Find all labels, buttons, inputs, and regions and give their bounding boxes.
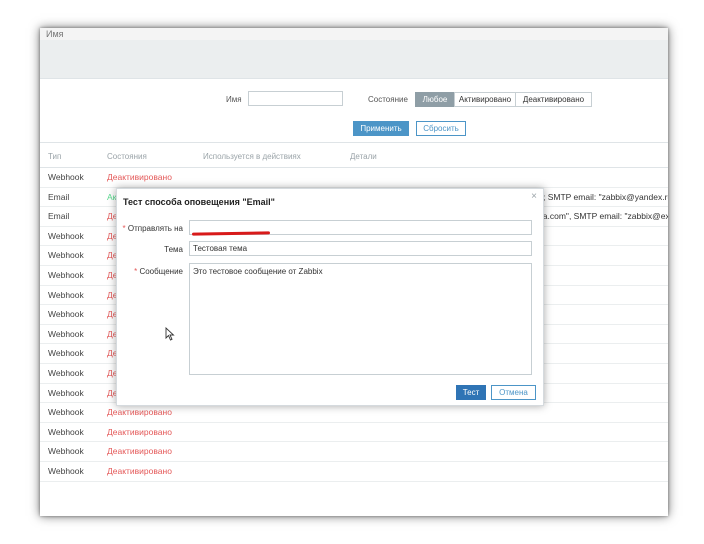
row-status-link[interactable]: Деактивировано xyxy=(107,466,172,476)
test-media-type-dialog: Тест способа оповещения "Email" × * Отпр… xyxy=(116,188,544,406)
state-filter-label: Состояние xyxy=(368,95,408,104)
subject-label: Тема xyxy=(164,245,183,254)
required-mark: * xyxy=(134,267,138,276)
row-type: Webhook xyxy=(48,172,84,182)
top-strip: Имя xyxy=(40,28,668,40)
dialog-title: Тест способа оповещения "Email" xyxy=(123,197,275,207)
send-to-label-text: Отправлять на xyxy=(127,224,183,233)
row-status-link[interactable]: Деактивировано xyxy=(107,427,172,437)
name-filter-input[interactable] xyxy=(248,91,343,106)
header-type[interactable]: Тип xyxy=(48,152,61,161)
state-enabled-button[interactable]: Активировано xyxy=(454,92,516,107)
row-type: Webhook xyxy=(48,446,84,457)
required-mark: * xyxy=(122,224,126,233)
row-type: Webhook xyxy=(48,230,84,241)
redaction-mark xyxy=(191,231,271,236)
row-type: Webhook xyxy=(48,368,84,378)
header-used-in-actions: Используется в действиях xyxy=(203,152,301,161)
row-status-link[interactable]: Деактивировано xyxy=(107,446,172,456)
table-row: Webhook Деактивировано xyxy=(40,422,668,443)
row-details: ; SMTP email: "zabbix@yandex.ru" xyxy=(543,191,668,202)
message-label: * Сообщение xyxy=(119,267,183,276)
mouse-pointer-icon xyxy=(165,327,175,341)
row-type: Webhook xyxy=(48,250,84,261)
row-status-link[interactable]: Ак xyxy=(107,192,116,202)
table-row: Webhook Деактивировано xyxy=(40,167,668,188)
row-type: Webhook xyxy=(48,270,84,280)
state-any-button[interactable]: Любое xyxy=(415,92,455,107)
send-to-label: * Отправлять на xyxy=(119,224,183,233)
row-type: Webhook xyxy=(48,309,84,320)
row-type: Webhook xyxy=(48,466,84,476)
test-button[interactable]: Тест xyxy=(456,385,486,400)
row-type: Webhook xyxy=(48,348,84,359)
reset-button[interactable]: Сбросить xyxy=(416,121,466,136)
row-type: Email xyxy=(48,191,70,202)
top-strip-text: Имя xyxy=(46,29,64,39)
message-label-text: Сообщение xyxy=(139,267,183,276)
apply-button[interactable]: Применить xyxy=(353,121,409,136)
toolbar xyxy=(40,40,668,79)
cancel-button[interactable]: Отмена xyxy=(491,385,536,400)
row-type: Webhook xyxy=(48,407,84,418)
row-details: ila.com", SMTP email: "zabbix@exa xyxy=(539,211,668,222)
subject-input[interactable] xyxy=(189,241,532,256)
row-status-link[interactable]: Деактивировано xyxy=(107,172,172,182)
row-type: Webhook xyxy=(48,426,84,437)
row-type: Webhook xyxy=(48,289,84,300)
row-status-link[interactable]: Деактивировано xyxy=(107,407,172,417)
name-filter-label: Имя xyxy=(226,95,242,104)
table-row: Webhook Деактивировано xyxy=(40,441,668,462)
table-row: Webhook Деактивировано xyxy=(40,461,668,482)
message-textarea[interactable]: Это тестовое сообщение от Zabbix xyxy=(189,263,532,375)
header-details: Детали xyxy=(350,152,377,161)
filter-panel: Имя Состояние Любое Активировано Деактив… xyxy=(40,79,668,143)
row-type: Webhook xyxy=(48,387,84,398)
row-type: Webhook xyxy=(48,328,84,339)
header-status: Состояния xyxy=(107,152,147,161)
state-disabled-button[interactable]: Деактивировано xyxy=(515,92,592,107)
row-type: Email xyxy=(48,211,70,222)
table-header: Тип Состояния Используется в действиях Д… xyxy=(40,145,668,168)
close-icon[interactable]: × xyxy=(531,191,537,202)
